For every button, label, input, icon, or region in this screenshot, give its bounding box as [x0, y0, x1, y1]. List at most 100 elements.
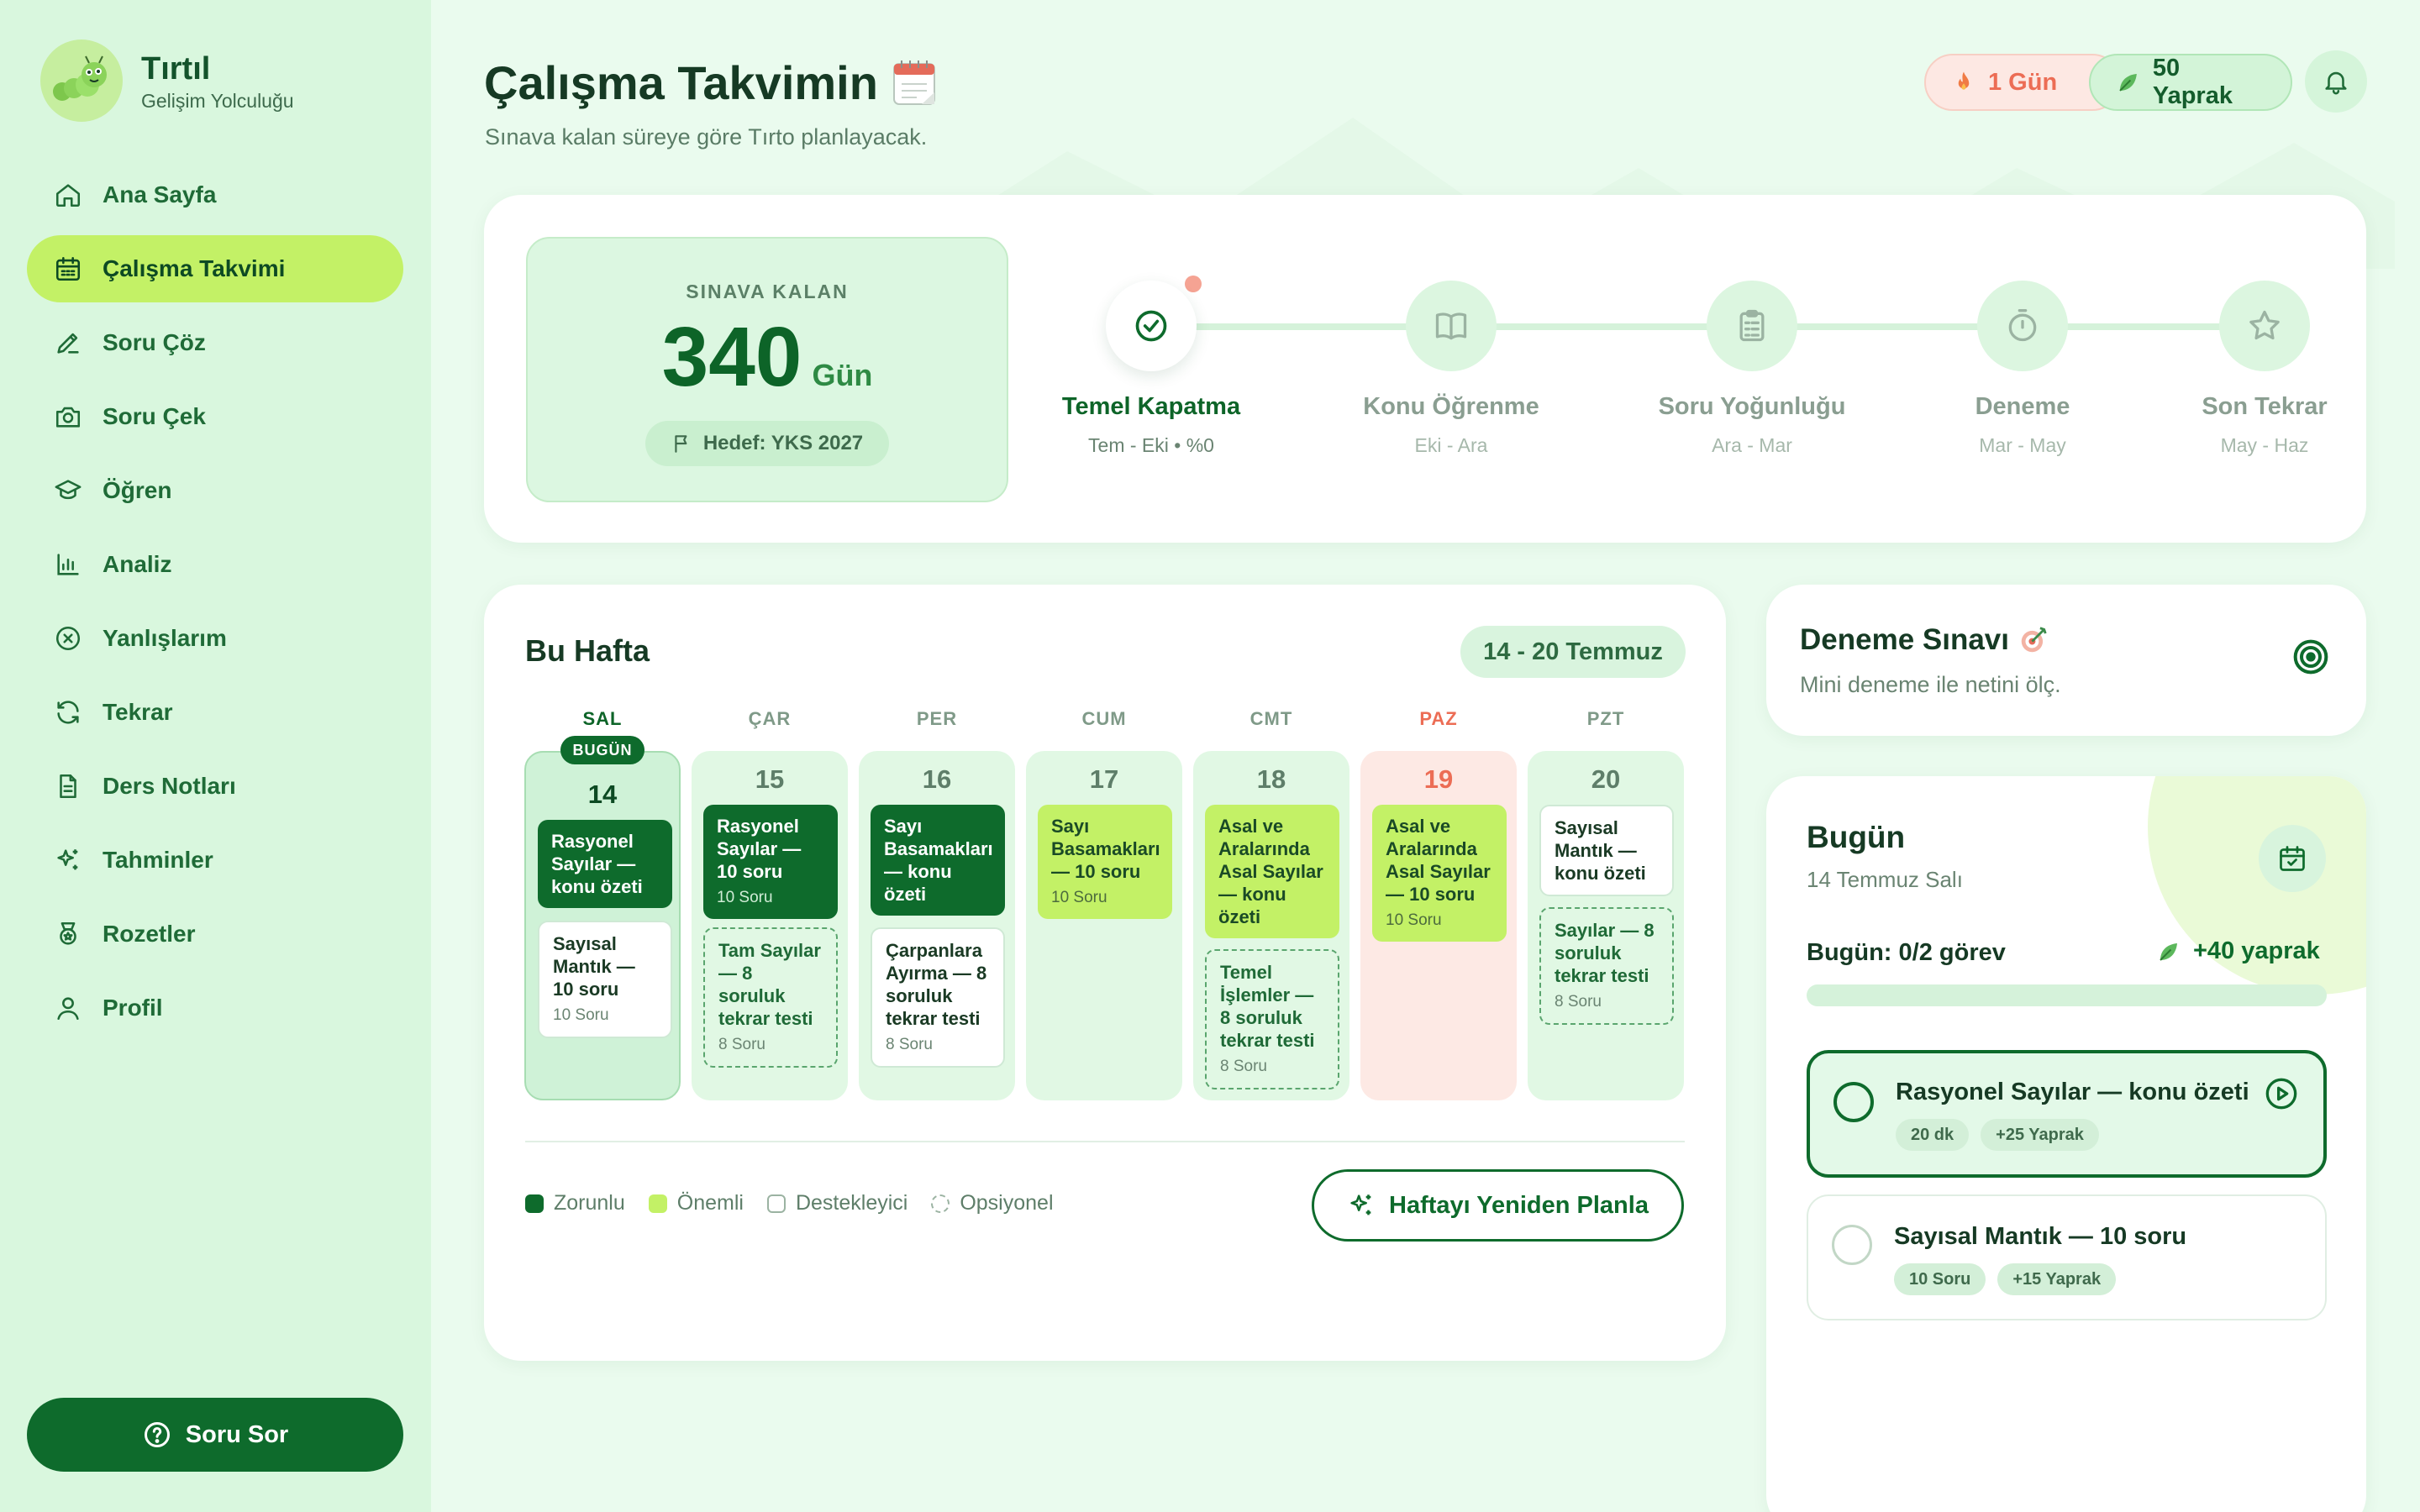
- task-tag: 10 Soru: [1894, 1263, 1986, 1295]
- graduation-cap-icon: [55, 480, 82, 500]
- day-number: 16: [922, 764, 952, 794]
- phase-son-tekrar[interactable]: Son Tekrar May - Haz: [2130, 281, 2399, 457]
- sidebar-item-calisma-takvimi[interactable]: Çalışma Takvimi: [27, 235, 403, 302]
- notifications-button[interactable]: [2305, 50, 2367, 113]
- task-title: Sayısal Mantık — 10 soru: [553, 933, 635, 1000]
- ask-question-button[interactable]: Soru Sor: [27, 1398, 403, 1472]
- sidebar-item-soru-cek[interactable]: Soru Çek: [27, 383, 403, 450]
- study-task[interactable]: Sayı Basamakları — konu özeti: [871, 805, 1005, 916]
- sidebar-item-rozetler[interactable]: Rozetler: [27, 900, 403, 968]
- sidebar-item-analiz[interactable]: Analiz: [27, 531, 403, 598]
- study-task[interactable]: Sayısal Mantık — konu özeti: [1539, 805, 1674, 896]
- day-column-19[interactable]: 19 Asal ve Aralarında Asal Sayılar — 10 …: [1360, 751, 1517, 1100]
- sidebar-nav: Ana Sayfa Çalışma Takvimi Soru Çöz Soru …: [27, 161, 403, 1048]
- brand[interactable]: Tırtıl Gelişim Yolculuğu: [40, 39, 294, 122]
- task-meta: 8 Soru: [886, 1036, 933, 1053]
- today-badge: BUGÜN: [560, 736, 644, 764]
- phase-name: Deneme: [1975, 393, 2070, 420]
- legend-swatch-onemli: [648, 1194, 667, 1213]
- task-meta: 10 Soru: [553, 1006, 609, 1024]
- legend-label: Zorunlu: [554, 1191, 625, 1215]
- day-column-18[interactable]: 18 Asal ve Aralarında Asal Sayılar — kon…: [1193, 751, 1349, 1100]
- study-task[interactable]: Tam Sayılar — 8 soruluk tekrar testi 8 So…: [703, 927, 838, 1068]
- day-number: 17: [1089, 764, 1119, 794]
- app-subtitle: Gelişim Yolculuğu: [141, 89, 294, 112]
- bar-chart-icon: [57, 554, 79, 575]
- study-task[interactable]: Asal ve Aralarında Asal Sayılar — 10 sor…: [1372, 805, 1507, 942]
- today-reward: +40 yaprak: [2156, 937, 2320, 965]
- app-name: Tırtıl: [141, 50, 211, 87]
- day-number: 18: [1256, 764, 1286, 794]
- replan-week-label: Haftayı Yeniden Planla: [1389, 1191, 1649, 1219]
- task-title: Rasyonel Sayılar — 10 soru: [717, 816, 802, 882]
- star-icon: [2249, 310, 2280, 340]
- today-progress-label: Bugün: 0/2 görev: [1807, 939, 2006, 966]
- sidebar-item-yanlislarim[interactable]: Yanlışlarım: [27, 605, 403, 672]
- calendar-emoji-icon: [892, 60, 935, 105]
- replan-week-button[interactable]: Haftayı Yeniden Planla: [1312, 1169, 1684, 1242]
- refresh-icon: [57, 701, 79, 724]
- phase-range: May - Haz: [2220, 434, 2309, 456]
- task-tag: 20 dk: [1896, 1119, 1970, 1151]
- study-task[interactable]: Rasyonel Sayılar — konu özeti: [538, 820, 672, 908]
- goal-chip[interactable]: Hedef: YKS 2027: [645, 421, 889, 466]
- phase-name: Temel Kapatma: [1061, 393, 1241, 420]
- help-circle-icon: [144, 1422, 170, 1447]
- task-title: Çarpanlara Ayırma — 8 soruluk tekrar tes…: [886, 940, 987, 1029]
- task-checkbox[interactable]: [1833, 1082, 1874, 1122]
- sidebar-item-ana-sayfa[interactable]: Ana Sayfa: [27, 161, 403, 228]
- day-column-20[interactable]: 20 Sayısal Mantık — konu özeti Sayılar —…: [1528, 751, 1684, 1100]
- sidebar-item-soru-coz[interactable]: Soru Çöz: [27, 309, 403, 376]
- study-task[interactable]: Asal ve Aralarında Asal Sayılar — konu ö…: [1205, 805, 1339, 938]
- day-number: 19: [1423, 764, 1454, 794]
- sidebar-item-label: Çalışma Takvimi: [103, 255, 286, 281]
- study-task[interactable]: Sayı Basamakları — 10 soru 10 Soru: [1038, 805, 1172, 919]
- sidebar-item-label: Tekrar: [103, 699, 173, 725]
- day-column-14[interactable]: 14 Rasyonel Sayılar — konu özeti Sayısal…: [524, 751, 681, 1100]
- countdown-box: SINAVA KALAN 340 Gün Hedef: YKS 2027: [526, 237, 1008, 502]
- leaf-points-badge[interactable]: 50 Yaprak: [2089, 54, 2292, 111]
- sidebar-item-tekrar[interactable]: Tekrar: [27, 679, 403, 746]
- phase-name: Son Tekrar: [2202, 393, 2328, 420]
- day-column-15[interactable]: 15 Rasyonel Sayılar — 10 soru 10 Soru Tam…: [692, 751, 848, 1100]
- legend-label: Önemli: [676, 1191, 744, 1215]
- task-title: Sayı Basamakları — konu özeti: [884, 816, 993, 905]
- sidebar-item-tahminler[interactable]: Tahminler: [27, 827, 403, 894]
- sidebar-item-label: Soru Çek: [103, 403, 206, 429]
- phase-soru-yogunlugu[interactable]: Soru Yoğunluğu Ara - Mar: [1618, 281, 1886, 457]
- phase-temel-kapatma[interactable]: Temel Kapatma Tem - Eki • %0: [1017, 281, 1286, 457]
- leaf-points-text: 50 Yaprak: [2152, 55, 2233, 109]
- task-tag: +25 Yaprak: [1981, 1119, 2099, 1151]
- task-title: Sayılar — 8 soruluk tekrar testi: [1555, 920, 1655, 986]
- mock-exam-card[interactable]: [1766, 585, 2366, 736]
- today-task-card[interactable]: Rasyonel Sayılar — konu özeti 20 dk +25 …: [1807, 1050, 2327, 1178]
- study-task[interactable]: Çarpanlara Ayırma — 8 soruluk tekrar tes…: [871, 927, 1005, 1068]
- study-task[interactable]: Temel İşlemler — 8 soruluk tekrar testi 8…: [1205, 949, 1339, 1089]
- task-title: Sayısal Mantık — konu özeti: [1555, 817, 1646, 884]
- task-meta: 10 Soru: [1051, 889, 1107, 906]
- home-icon: [55, 184, 81, 207]
- study-task[interactable]: Rasyonel Sayılar — 10 soru 10 Soru: [703, 805, 838, 919]
- phase-konu-ogrenme[interactable]: Konu Öğrenme Eki - Ara: [1317, 281, 1586, 457]
- today-date: 14 Temmuz Salı: [1807, 867, 1963, 892]
- sidebar-item-profil[interactable]: Profil: [27, 974, 403, 1042]
- phase-deneme[interactable]: Deneme Mar - May: [1888, 281, 2157, 457]
- calendar-check-button[interactable]: [2259, 825, 2326, 892]
- today-task-card[interactable]: Sayısal Mantık — 10 soru 10 Soru +15 Yap…: [1807, 1194, 2327, 1320]
- leaf-icon: [2119, 74, 2137, 92]
- sidebar-item-ogren[interactable]: Öğren: [27, 457, 403, 524]
- task-meta: 10 Soru: [717, 889, 773, 906]
- task-name: Sayısal Mantık — 10 soru: [1894, 1223, 2187, 1250]
- day-column-16[interactable]: 16 Sayı Basamakları — konu özeti Çarpanl…: [859, 751, 1015, 1100]
- study-task[interactable]: Sayılar — 8 soruluk tekrar testi 8 Soru: [1539, 907, 1674, 1025]
- task-meta: 8 Soru: [718, 1036, 765, 1053]
- sidebar-item-label: Profil: [103, 995, 163, 1021]
- sidebar-item-label: Ders Notları: [103, 773, 236, 799]
- week-range-chip[interactable]: 14 - 20 Temmuz: [1460, 626, 1686, 678]
- sidebar-item-ders-notlari[interactable]: Ders Notları: [27, 753, 403, 820]
- sidebar-item-label: Yanlışlarım: [103, 625, 227, 651]
- day-column-17[interactable]: 17 Sayı Basamakları — 10 soru 10 Soru: [1026, 751, 1182, 1100]
- study-task[interactable]: Sayısal Mantık — 10 soru 10 Soru: [538, 921, 672, 1038]
- task-checkbox[interactable]: [1832, 1225, 1872, 1265]
- play-icon[interactable]: [2265, 1077, 2298, 1110]
